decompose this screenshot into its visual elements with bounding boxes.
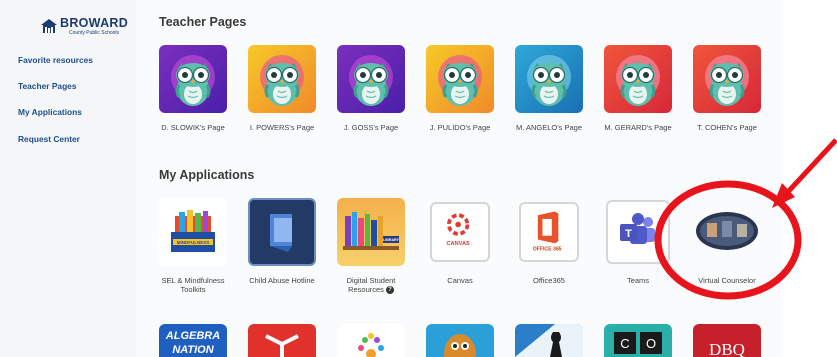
nation-text: NATION — [172, 344, 214, 356]
sidebar: BROWARD County Public Schools Favorite r… — [0, 0, 136, 357]
library-books-icon: LIBRARY — [337, 198, 405, 266]
co-icon: C O — [604, 324, 672, 357]
brand-name: BROWARD — [60, 16, 129, 30]
teams-icon: T — [606, 200, 670, 264]
office365-text: OFFICE 365 — [533, 247, 562, 253]
toolbox-text: MINDFULNESS — [177, 240, 210, 245]
owl-icon — [604, 45, 672, 113]
brand-subtitle: County Public Schools — [69, 29, 120, 36]
virtual-counselor-icon — [695, 211, 759, 251]
dbq-icon: DBQ — [693, 324, 761, 357]
teacher-tile-label: J. GOSS's Page — [343, 123, 399, 132]
algebra-nation-icon: ALGEBRA NATION — [159, 324, 227, 357]
app-tile-label: Virtual Counselor — [698, 276, 756, 285]
flower-icon — [337, 324, 405, 357]
broward-logo[interactable]: BROWARD County Public Schools — [40, 17, 128, 36]
app-tile-label: SEL & Mindfulness Toolkits — [161, 276, 225, 295]
my-applications-heading: My Applications — [159, 168, 255, 182]
owl-icon — [248, 45, 316, 113]
co-text-o: O — [646, 336, 656, 351]
toolbox-icon: MINDFULNESS — [159, 198, 227, 266]
office365-icon: OFFICE 365 — [519, 202, 579, 262]
app-tile-label: Teams — [626, 276, 650, 285]
owl-icon — [426, 45, 494, 113]
sidebar-item-request-center[interactable]: Request Center — [18, 134, 80, 144]
teacher-tile-label: T. COHEN's Page — [697, 123, 757, 132]
dbq-text: DBQ — [709, 340, 745, 357]
teacher-tile-label: I. POWERS's Page — [249, 123, 315, 132]
right-margin — [782, 0, 837, 357]
school-building-icon — [41, 19, 57, 34]
teacher-pages-heading: Teacher Pages — [159, 15, 247, 29]
owl-icon — [515, 45, 583, 113]
teacher-tile-label: M. GERARD's Page — [604, 123, 672, 132]
sidebar-item-favorite-resources[interactable]: Favorite resources — [18, 55, 93, 65]
library-text: LIBRARY — [383, 238, 399, 242]
teacher-tile-label: J. PULIDO's Page — [429, 123, 491, 132]
character-icon — [426, 324, 494, 357]
owl-icon — [159, 45, 227, 113]
canvas-icon: CANVAS — [430, 202, 490, 262]
algebra-text: ALGEBRA — [165, 330, 220, 342]
owl-icon — [693, 45, 761, 113]
teacher-tile-label: D. SLOWIK's Page — [161, 123, 225, 132]
app-tile-label: Canvas — [447, 276, 473, 285]
sidebar-item-my-applications[interactable]: My Applications — [18, 107, 82, 117]
sidebar-item-teacher-pages[interactable]: Teacher Pages — [18, 81, 77, 91]
teacher-tile-label: M. ANGELO's Page — [515, 123, 583, 132]
svg-text:T: T — [625, 228, 632, 240]
co-text-c: C — [620, 336, 629, 351]
app-tile-label: Digital Student Resources? — [328, 276, 414, 295]
chess-icon — [515, 324, 583, 357]
book-icon — [248, 198, 316, 266]
help-icon[interactable]: ? — [385, 286, 394, 295]
red-app-icon — [248, 324, 316, 357]
owl-icon — [337, 45, 405, 113]
canvas-text: CANVAS — [447, 241, 470, 247]
app-tile-label: Office365 — [533, 276, 565, 285]
app-tile-label: Child Abuse Hotline — [249, 276, 315, 285]
